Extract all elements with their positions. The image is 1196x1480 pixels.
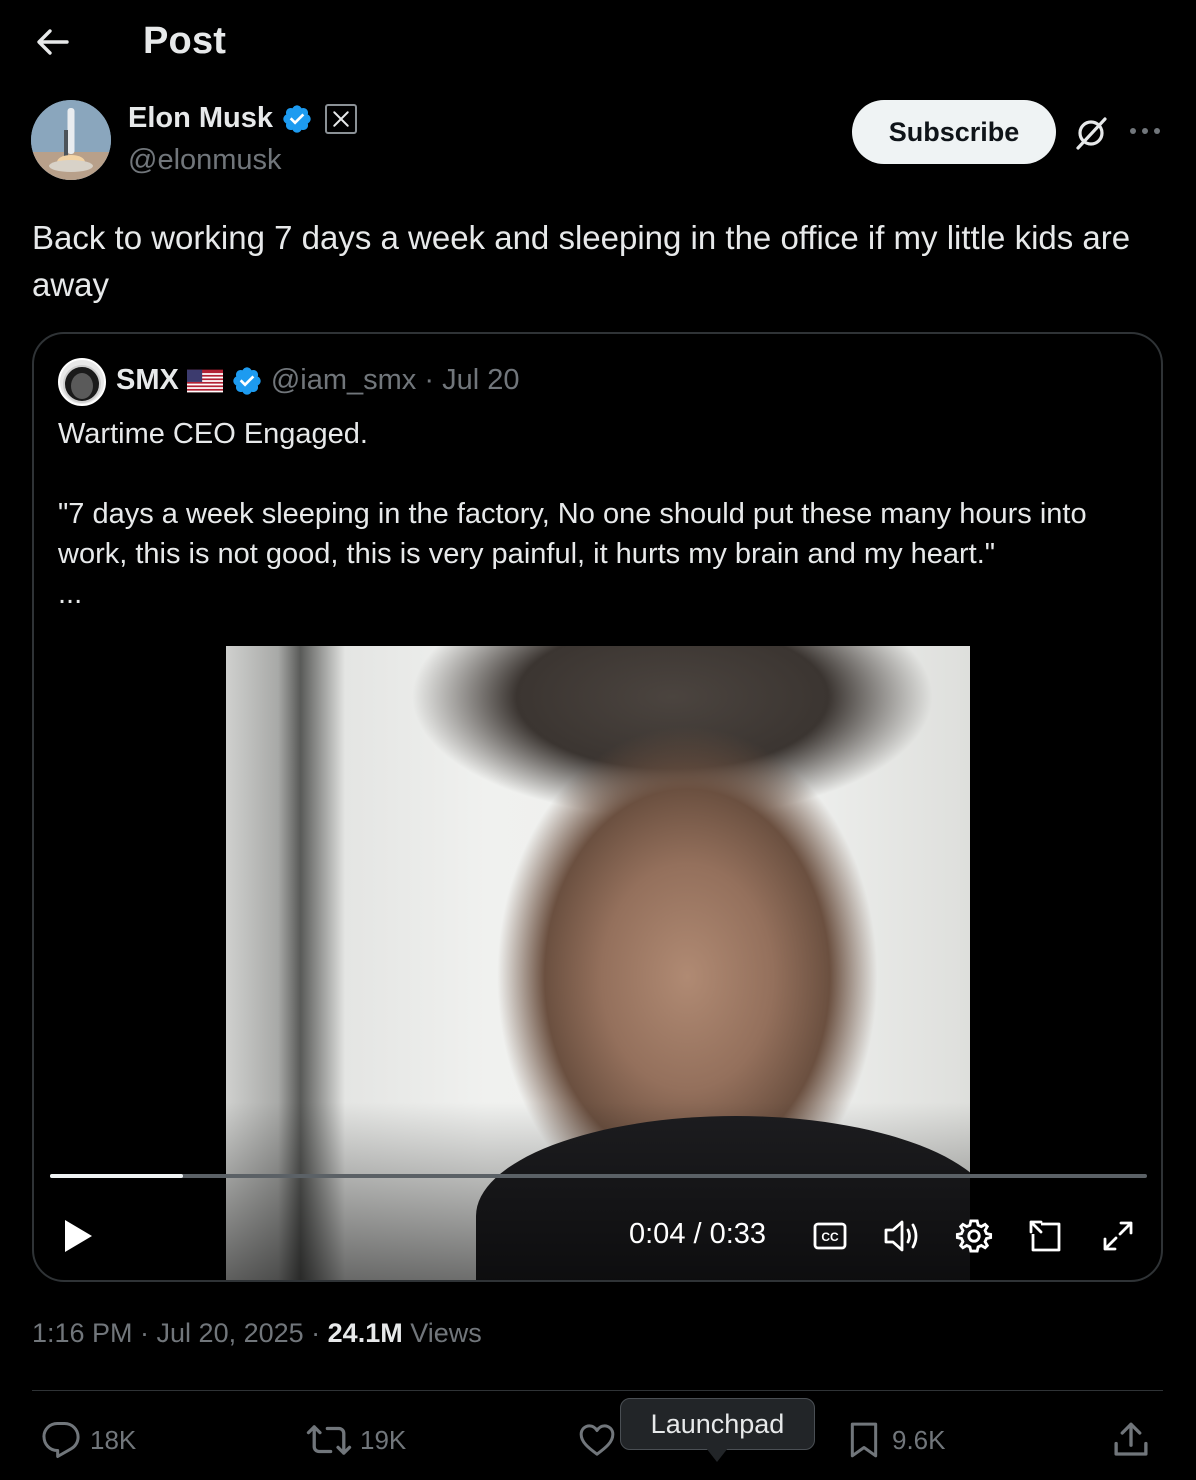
settings-button[interactable] <box>952 1214 996 1258</box>
bookmark-button[interactable]: 9.6K <box>844 1416 946 1464</box>
share-button[interactable] <box>1110 1416 1152 1464</box>
more-icon <box>1130 128 1160 134</box>
quote-ellipsis: ... <box>58 578 83 610</box>
quote-line: Wartime CEO Engaged. <box>58 418 368 450</box>
video-overlay <box>226 1102 970 1280</box>
quote-handle-date[interactable]: @iam_smx · Jul 20 <box>271 364 520 397</box>
quote-author-avatar[interactable] <box>58 358 106 406</box>
captions-button[interactable]: CC <box>808 1214 852 1258</box>
repost-count: 19K <box>360 1424 407 1455</box>
share-icon <box>1114 1422 1148 1456</box>
tooltip-arrow <box>706 1448 728 1462</box>
post-text: Back to working 7 days a week and sleepi… <box>32 219 1131 303</box>
page-title: Post <box>143 20 227 62</box>
fullscreen-icon <box>1103 1221 1133 1251</box>
grok-icon <box>1076 117 1107 150</box>
divider <box>32 1390 1163 1391</box>
heart-icon <box>579 1424 615 1456</box>
views-count: 24.1M <box>327 1318 403 1348</box>
repost-icon <box>306 1425 352 1455</box>
video-progress-fill <box>50 1174 183 1178</box>
play-icon <box>65 1220 92 1252</box>
more-options-button[interactable] <box>1124 110 1166 152</box>
video-time: 0:04 / 0:33 <box>629 1218 767 1250</box>
closed-captions-icon: CC <box>813 1222 847 1250</box>
bookmark-count: 9.6K <box>892 1424 946 1455</box>
picture-in-picture-button[interactable] <box>1024 1214 1068 1258</box>
verified-badge-icon <box>283 104 311 133</box>
post-timestamp[interactable]: 1:16 PM · Jul 20, 2025 · <box>32 1318 328 1348</box>
rocket-launch-image <box>31 100 111 180</box>
repost-button[interactable]: 19K <box>306 1416 406 1464</box>
author-avatar[interactable] <box>31 100 111 180</box>
verified-badge-icon <box>233 366 261 395</box>
quote-text: Wartime CEO Engaged. "7 days a week slee… <box>58 414 1138 614</box>
settings-icon <box>955 1219 993 1253</box>
author-name[interactable]: Elon Musk <box>128 102 273 135</box>
picture-in-picture-icon <box>1029 1220 1061 1252</box>
like-button[interactable] <box>576 1416 618 1464</box>
arrow-left-icon <box>37 29 69 55</box>
volume-button[interactable] <box>880 1214 924 1258</box>
bookmark-icon <box>850 1422 878 1458</box>
quote-line: "7 days a week sleeping in the factory, … <box>58 498 1087 570</box>
reply-button[interactable]: 18K <box>40 1416 136 1464</box>
astronaut-helmet-image <box>60 360 104 404</box>
fullscreen-button[interactable] <box>1096 1214 1140 1258</box>
reply-count: 18K <box>90 1424 137 1455</box>
video-progress-bar[interactable] <box>50 1174 1147 1178</box>
video-player[interactable] <box>226 646 970 1280</box>
svg-text:CC: CC <box>821 1230 839 1244</box>
top-bar: Post <box>0 0 1196 86</box>
subscribe-button[interactable]: Subscribe <box>852 100 1056 164</box>
quote-author-name[interactable]: SMX <box>116 364 179 397</box>
us-flag-icon <box>186 369 223 392</box>
play-button[interactable] <box>56 1214 100 1258</box>
x-logo-icon <box>333 110 349 127</box>
post-meta: 1:16 PM · Jul 20, 2025 · 24.1M Views <box>32 1318 482 1349</box>
author-name-row[interactable]: Elon Musk <box>128 102 358 135</box>
quote-header: SMX @iam_smx · Jul 20 <box>116 364 519 397</box>
back-button[interactable] <box>30 22 74 62</box>
launchpad-tooltip: Launchpad <box>620 1398 815 1450</box>
x-affiliation-badge[interactable] <box>325 103 358 134</box>
quoted-post-card[interactable]: SMX @iam_smx · Jul 20 Wartime CEO Engage… <box>32 332 1163 1282</box>
author-handle[interactable]: @elonmusk <box>128 144 282 177</box>
grok-button[interactable] <box>1068 110 1114 156</box>
volume-icon <box>884 1220 918 1252</box>
reply-icon <box>42 1422 80 1458</box>
views-label: Views <box>402 1318 482 1348</box>
